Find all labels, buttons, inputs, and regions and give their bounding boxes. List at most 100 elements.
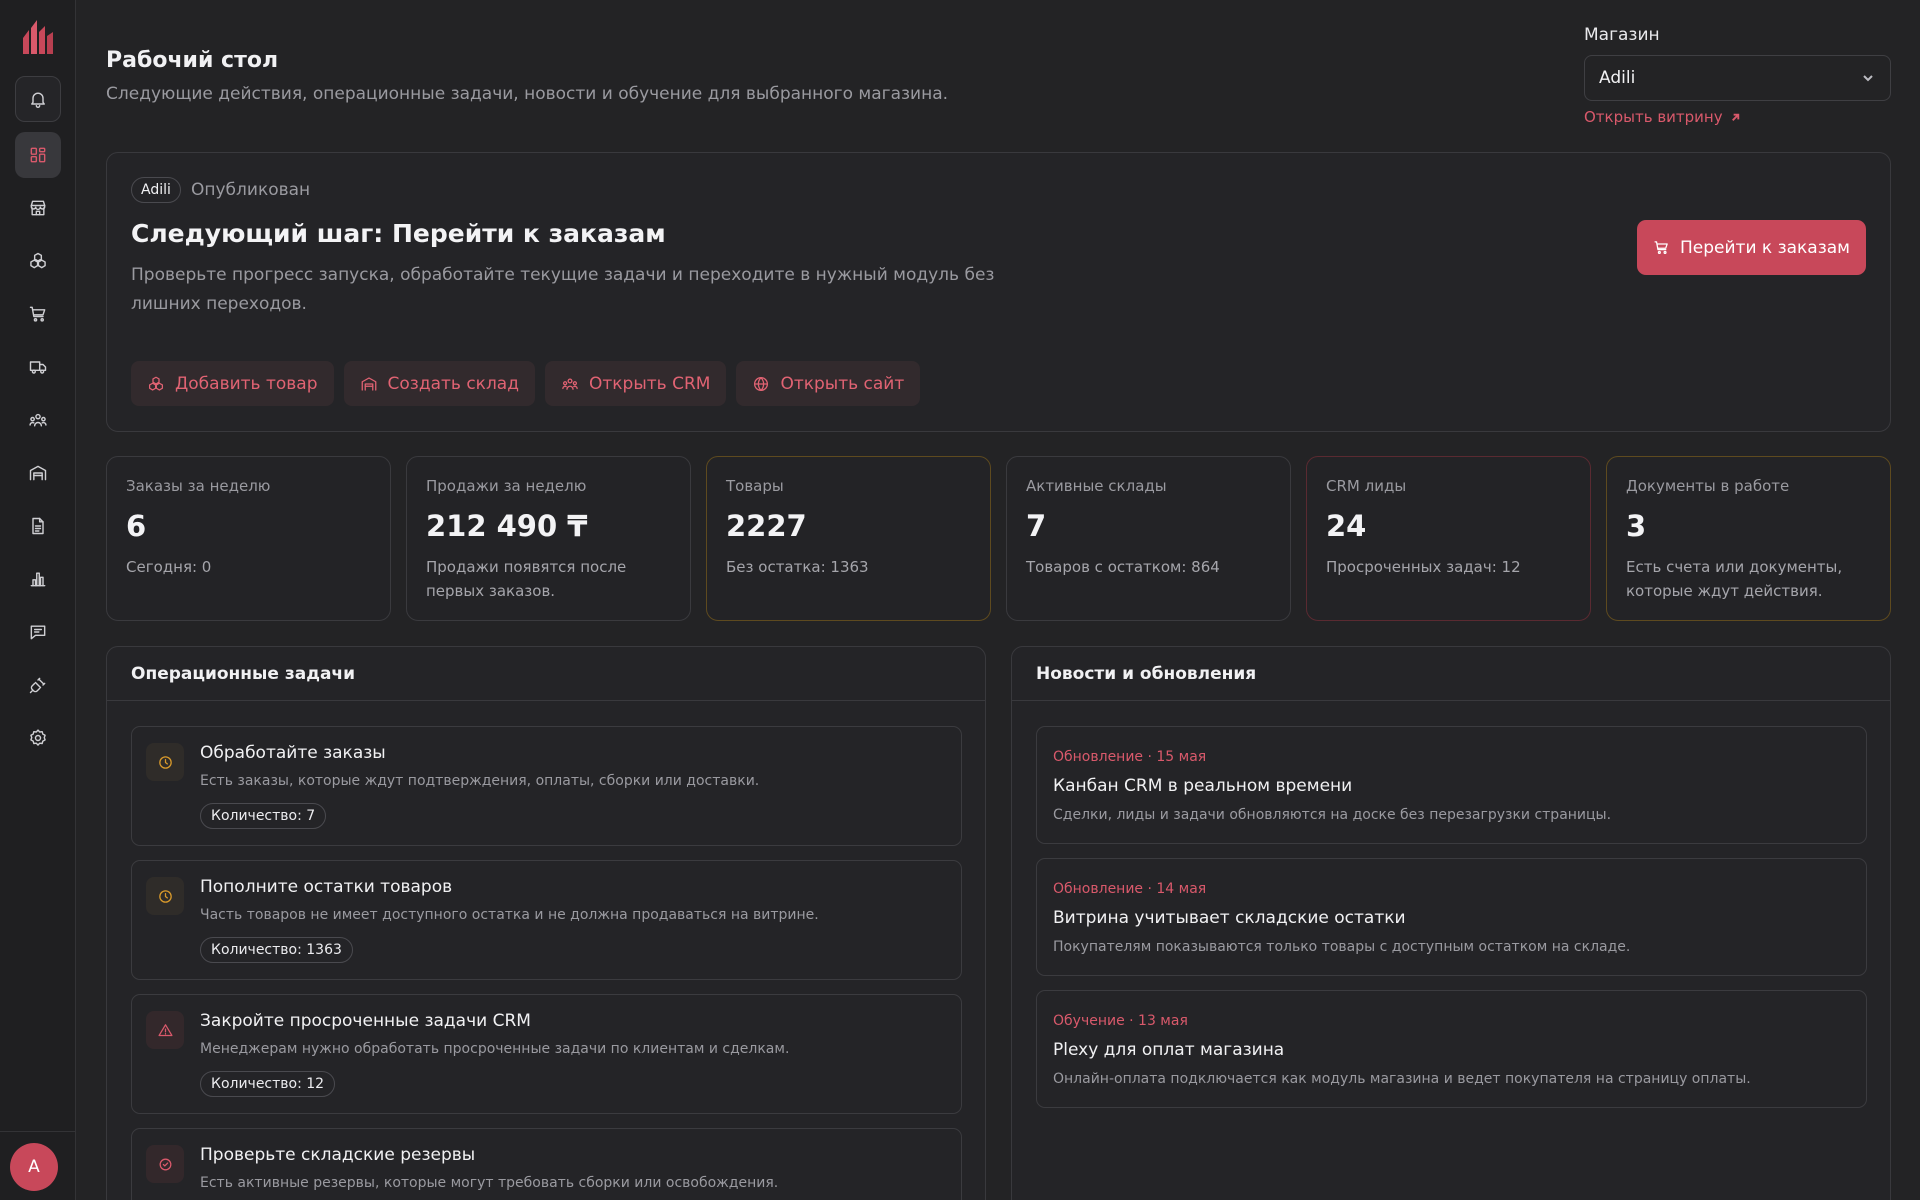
sidebar-item-crm[interactable] (15, 397, 61, 443)
stat-card-active-warehouses[interactable]: Активные склады 7 Товаров с остатком: 86… (1006, 456, 1291, 621)
stat-note: Просроченных задач: 12 (1326, 558, 1521, 576)
stat-card-documents[interactable]: Документы в работе 3 Есть счета или доку… (1606, 456, 1891, 621)
task-card[interactable]: Закройте просроченные задачи CRM Менедже… (131, 994, 962, 1114)
store-badge: Adili (131, 177, 181, 203)
sidebar-item-integrations[interactable] (15, 662, 61, 708)
next-step-description: Проверьте прогресс запуска, обработайте … (131, 265, 995, 314)
sidebar-item-documents[interactable] (15, 503, 61, 549)
add-product-button[interactable]: Добавить товар (131, 361, 334, 406)
users-icon (29, 413, 47, 427)
news-description: Онлайн-оплата подключается как модуль ма… (1053, 1071, 1751, 1087)
stat-label: Продажи за неделю (426, 477, 587, 495)
sidebar-item-settings[interactable] (15, 715, 61, 761)
sidebar-item-store[interactable] (15, 185, 61, 231)
open-site-button[interactable]: Открыть сайт (736, 361, 921, 406)
users-icon (562, 377, 578, 390)
news-card[interactable]: Обновление · 14 мая Витрина учитывает ск… (1036, 858, 1867, 976)
news-description: Покупателям показываются только товары с… (1053, 939, 1631, 955)
go-to-orders-button[interactable]: Перейти к заказам (1637, 220, 1866, 275)
operational-tasks-panel: Операционные задачи Обработайте заказы Е… (106, 646, 986, 1200)
bell-icon (31, 92, 45, 108)
stat-value: 24 (1326, 509, 1367, 543)
stat-note: Продажи появятся после первых заказов. (426, 558, 627, 600)
stat-label: CRM лиды (1326, 477, 1407, 495)
dashboard-icon (30, 147, 46, 163)
products-icon (30, 252, 46, 269)
cart-icon (1654, 241, 1668, 255)
warehouse-icon (29, 465, 47, 481)
news-card[interactable]: Обучение · 13 мая Plexy для оплат магази… (1036, 990, 1867, 1108)
stat-value: 6 (126, 509, 147, 543)
task-icon (146, 743, 184, 781)
panel-title: Операционные задачи (107, 647, 985, 701)
stat-value: 2227 (726, 509, 807, 543)
task-title: Пополните остатки товаров (200, 877, 453, 897)
page-title: Рабочий стол (106, 48, 279, 73)
sidebar-item-orders[interactable] (15, 291, 61, 337)
news-title: Витрина учитывает складские остатки (1053, 908, 1406, 928)
open-site-label: Открыть сайт (780, 373, 905, 394)
avatar[interactable]: A (10, 1143, 58, 1191)
task-card[interactable]: Проверьте складские резервы Есть активны… (131, 1128, 962, 1200)
alert-icon (157, 1023, 173, 1036)
open-crm-button[interactable]: Открыть CRM (544, 361, 727, 406)
warehouse-icon (361, 376, 376, 391)
task-count-badge: Количество: 7 (200, 803, 327, 829)
clock-icon (158, 755, 172, 769)
create-warehouse-button[interactable]: Создать склад (343, 361, 535, 406)
task-description: Есть активные резервы, которые могут тре… (200, 1175, 779, 1191)
stat-note: Товаров с остатком: 864 (1026, 558, 1220, 576)
store-select-value: Adili (1599, 68, 1636, 88)
notifications-button[interactable] (15, 76, 61, 122)
stat-value: 3 (1626, 509, 1647, 543)
truck-icon (29, 361, 47, 374)
next-step-title: Следующий шаг: Перейти к заказам (131, 219, 666, 248)
task-card[interactable]: Обработайте заказы Есть заказы, которые … (131, 726, 962, 846)
store-icon (30, 200, 46, 216)
stat-note: Сегодня: 0 (126, 558, 212, 576)
document-icon (32, 517, 44, 535)
task-icon (146, 1145, 184, 1183)
plug-icon (29, 677, 46, 694)
sidebar-item-dashboard[interactable] (15, 132, 61, 178)
task-count-badge: Количество: 12 (200, 1071, 336, 1097)
sidebar-item-messages[interactable] (15, 609, 61, 655)
stat-card-weekly-orders[interactable]: Заказы за неделю 6 Сегодня: 0 (106, 456, 391, 621)
sidebar-item-products[interactable] (15, 238, 61, 284)
add-product-label: Добавить товар (175, 373, 318, 394)
task-count-badge: Количество: 1363 (200, 937, 353, 963)
store-select[interactable]: Adili (1584, 55, 1891, 101)
quick-actions: Добавить товар Создать склад Открыть CRM… (131, 361, 921, 406)
task-icon (146, 1011, 184, 1049)
task-description: Есть заказы, которые ждут подтверждения,… (200, 773, 760, 789)
open-storefront-link[interactable]: Открыть витрину (1584, 108, 1742, 126)
task-title: Обработайте заказы (200, 743, 386, 763)
sidebar-item-analytics[interactable] (15, 556, 61, 602)
task-title: Закройте просроченные задачи CRM (200, 1011, 531, 1031)
news-description: Сделки, лиды и задачи обновляются на дос… (1053, 807, 1612, 823)
store-select-label: Магазин (1584, 25, 1660, 45)
products-icon (148, 376, 164, 391)
settings-icon (30, 729, 46, 746)
next-step-card: Adili Опубликован Следующий шаг: Перейти… (106, 152, 1891, 432)
stat-value: 212 490 ₸ (426, 509, 588, 543)
stat-label: Товары (726, 477, 784, 495)
news-meta: Обновление · 14 мая (1053, 881, 1207, 897)
stat-note: Без остатка: 1363 (726, 558, 869, 576)
page-subtitle: Следующие действия, операционные задачи,… (106, 84, 949, 104)
globe-icon (754, 376, 769, 391)
status-badge: Опубликован (191, 180, 311, 200)
task-icon (146, 877, 184, 915)
sidebar-item-delivery[interactable] (15, 344, 61, 390)
open-storefront-label: Открыть витрину (1584, 108, 1723, 126)
stat-card-crm-leads[interactable]: CRM лиды 24 Просроченных задач: 12 (1306, 456, 1591, 621)
task-card[interactable]: Пополните остатки товаров Часть товаров … (131, 860, 962, 980)
stat-value: 7 (1026, 509, 1047, 543)
task-description: Часть товаров не имеет доступного остатк… (200, 907, 819, 923)
stat-card-weekly-sales[interactable]: Продажи за неделю 212 490 ₸ Продажи появ… (406, 456, 691, 621)
brand-logo[interactable] (22, 20, 54, 54)
sidebar-item-warehouses[interactable] (15, 450, 61, 496)
stat-card-products[interactable]: Товары 2227 Без остатка: 1363 (706, 456, 991, 621)
create-warehouse-label: Создать склад (387, 373, 519, 394)
news-card[interactable]: Обновление · 15 мая Канбан CRM в реально… (1036, 726, 1867, 844)
